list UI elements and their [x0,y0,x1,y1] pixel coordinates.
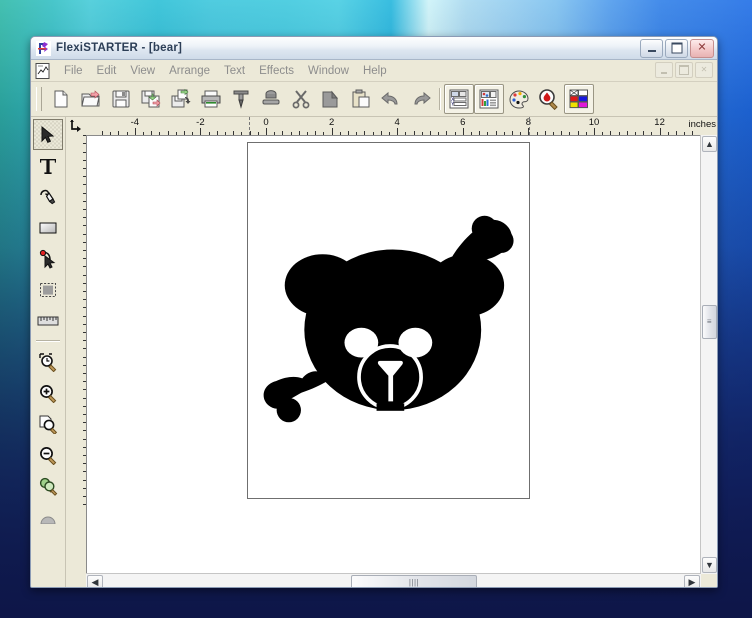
zoom-out-tool[interactable] [33,439,63,470]
save-as-icon[interactable] [136,84,166,114]
menu-edit[interactable]: Edit [90,64,124,78]
scrollbar-corner [701,574,717,587]
text-tool[interactable] [33,150,63,181]
scroll-down-button[interactable]: ▼ [702,557,717,573]
flexi-logo-icon [36,40,51,56]
screen: FlexiSTARTER - [bear] ✕ File Edit View A… [0,0,752,618]
crop-tool[interactable] [33,274,63,305]
mdi-child-controls: ✕ [655,62,713,78]
open-file-icon[interactable] [76,84,106,114]
fill-color-icon[interactable] [504,84,534,114]
title-bar: FlexiSTARTER - [bear] ✕ [31,37,717,60]
zoom-fit-tool[interactable] [33,470,63,501]
print-icon[interactable] [196,84,226,114]
scroll-up-button[interactable]: ▲ [702,136,717,152]
menu-arrange[interactable]: Arrange [162,64,217,78]
close-button[interactable]: ✕ [690,38,714,58]
ruler-tick [462,128,464,135]
canvas-area: -4 -2 0 2 4 6 8 10 12 inches ▲ ≡ ▼ ◀ |||… [66,117,717,587]
ruler-label: 0 [263,117,269,128]
design-viewport[interactable] [86,135,701,574]
ruler-label: 2 [328,117,335,128]
mdi-restore-button[interactable] [675,62,693,78]
copy-icon[interactable] [316,84,346,114]
ruler-tick [397,128,399,135]
scroll-right-button[interactable]: ▶ [684,575,700,587]
vertical-scrollbar[interactable]: ▲ ≡ ▼ [700,135,717,574]
horizontal-scroll-thumb[interactable]: |||| [351,575,477,587]
menu-help[interactable]: Help [356,64,394,78]
document-icon [35,62,51,79]
page-edge-guide-right [529,117,530,135]
toolbar-separator [439,88,441,110]
ruler-tick [594,128,595,135]
pan-tool[interactable] [33,501,63,532]
undo-icon[interactable] [376,84,406,114]
pen-tool[interactable] [33,181,63,212]
bear-with-bone-artwork[interactable] [251,208,521,428]
color-palette-icon[interactable] [564,84,594,114]
vertical-ruler[interactable] [66,135,87,587]
window-body: -4 -2 0 2 4 6 8 10 12 inches ▲ ≡ ▼ ◀ |||… [31,117,717,587]
zoom-page-tool[interactable] [33,408,63,439]
scissors-icon[interactable] [286,84,316,114]
paste-icon[interactable] [346,84,376,114]
horizontal-ruler[interactable]: -4 -2 0 2 4 6 8 10 12 inches [86,117,717,136]
ruler-tick [659,128,661,135]
ruler-tick [134,128,136,135]
window-title: FlexiSTARTER - [bear] [56,42,183,54]
cut-contour-icon[interactable] [226,84,256,114]
measure-tool[interactable] [33,305,63,336]
tool-separator [36,340,60,342]
design-central-icon[interactable]: X Y [444,84,474,114]
ruler-origin-icon[interactable] [66,117,87,136]
menu-bar: File Edit View Arrange Text Effects Wind… [31,60,717,82]
minimize-button[interactable] [640,38,663,58]
ruler-label: -2 [196,117,205,128]
save-icon[interactable] [106,84,136,114]
menu-view[interactable]: View [123,64,162,78]
design-editor-icon[interactable] [474,84,504,114]
new-file-icon[interactable] [46,84,76,114]
select-tool[interactable] [33,119,63,150]
ruler-label: 4 [394,117,400,128]
color-specs-icon[interactable] [534,84,564,114]
rectangle-tool[interactable] [33,212,63,243]
menu-effects[interactable]: Effects [252,64,301,78]
main-toolbar: X Y [31,82,717,117]
node-edit-tool[interactable] [33,243,63,274]
mdi-close-button[interactable]: ✕ [695,62,713,78]
menu-file[interactable]: File [57,64,90,78]
redo-icon[interactable] [406,84,436,114]
ruler-tick [200,128,202,135]
page-edge-guide-left [249,117,250,135]
zoom-selection-tool[interactable] [33,346,63,377]
production-icon[interactable] [256,84,286,114]
ruler-label: -4 [130,117,140,128]
scroll-left-button[interactable]: ◀ [87,575,103,587]
menu-text[interactable]: Text [217,64,252,78]
tool-palette [31,117,66,587]
ruler-tick [331,128,333,135]
toolbar-grip[interactable] [36,87,42,111]
ruler-unit-label: inches [688,119,716,130]
zoom-in-tool[interactable] [33,377,63,408]
export-icon[interactable] [166,84,196,114]
window-controls: ✕ [640,38,714,58]
ruler-label: 10 [588,117,600,128]
ruler-tick [266,128,267,135]
vertical-scroll-thumb[interactable]: ≡ [702,305,717,339]
flexistarter-window: FlexiSTARTER - [bear] ✕ File Edit View A… [30,36,718,588]
mdi-minimize-button[interactable] [655,62,673,78]
menu-window[interactable]: Window [301,64,356,78]
ruler-label: 6 [460,117,466,128]
horizontal-scrollbar[interactable]: ◀ |||| ▶ [86,573,701,587]
maximize-button[interactable] [665,38,688,58]
ruler-label: 12 [654,117,665,128]
